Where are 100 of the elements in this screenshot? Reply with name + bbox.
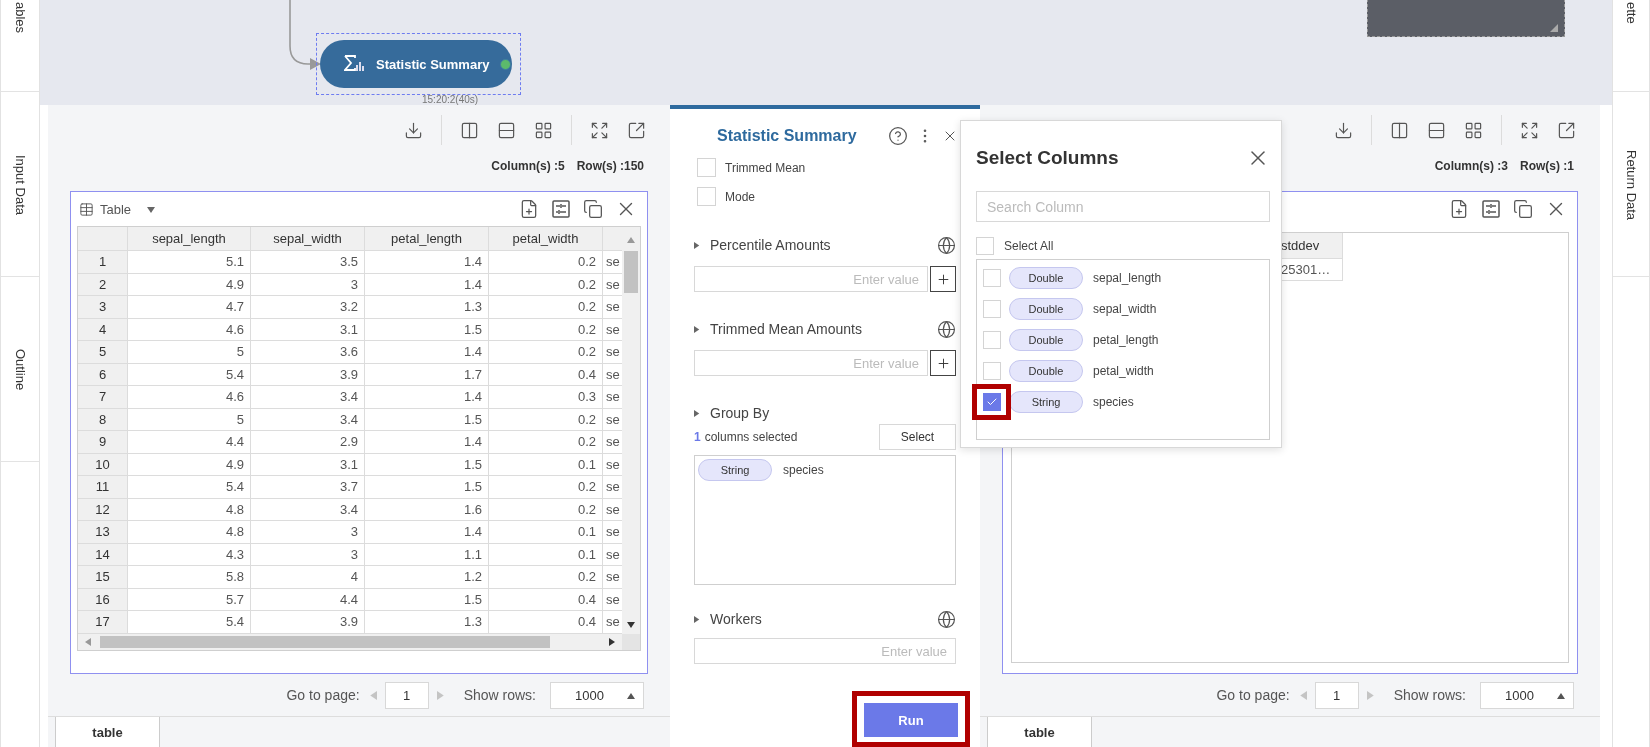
table-cell: 3.9	[251, 611, 365, 634]
column-name: petal_width	[1093, 363, 1154, 378]
node-label: Statistic Summary	[376, 56, 490, 72]
table-cell: 0.2	[489, 566, 603, 589]
row-number: 12	[78, 498, 128, 521]
row-number: 3	[78, 296, 128, 319]
table-cell: 5.4	[128, 611, 251, 634]
row-number: 7	[78, 386, 128, 409]
table-cell: 3.4	[251, 408, 365, 431]
section-title: Group By	[710, 405, 770, 421]
run-time: 15:20:2(40s)	[422, 94, 479, 105]
table-info: Row(s) :150	[576, 159, 644, 173]
table-cell: 1.4	[365, 251, 489, 274]
table-tab[interactable]: table	[55, 717, 160, 747]
table-cell: 1.3	[365, 296, 489, 319]
table-cell: 1.4	[365, 521, 489, 544]
panel-title: Statistic Summary	[717, 127, 857, 145]
dialog-title: Select Columns	[976, 147, 1119, 169]
select-button[interactable]: Select	[879, 424, 956, 450]
sidebar-tab[interactable]: ette	[1613, 0, 1649, 92]
selected-count-label: columns selected	[704, 430, 798, 444]
option-label: Trimmed Mean	[725, 160, 806, 175]
table-cell: 0.2	[489, 476, 603, 499]
rows-select[interactable]: 1000	[550, 681, 644, 709]
table-cell: 0.3	[489, 386, 603, 409]
table-title: Table	[100, 201, 132, 217]
column-name: species	[783, 463, 824, 477]
table-cell: 3.7	[251, 476, 365, 499]
row-number: 5	[78, 341, 128, 364]
table-cell: 4.3	[128, 543, 251, 566]
column-name: sepal_length	[1093, 270, 1162, 285]
table-cell: 5.4	[128, 363, 251, 386]
table-cell: 4.7	[128, 296, 251, 319]
amount-input[interactable]: Enter value	[694, 266, 928, 292]
table-cell: 2.9	[251, 431, 365, 454]
table-cell: 0.1	[489, 453, 603, 476]
table-cell: 4.4	[128, 431, 251, 454]
column-name: sepal_width	[1093, 301, 1157, 316]
table-cell: 0.2	[489, 431, 603, 454]
table-cell: 0.4	[489, 363, 603, 386]
table-cell: 4.9	[128, 273, 251, 296]
workflow-node[interactable]: Statistic Summary	[320, 40, 512, 88]
table-cell: 3	[251, 543, 365, 566]
table-cell: 1.4	[365, 431, 489, 454]
table-cell: 4.8	[128, 498, 251, 521]
table-cell: 1.4	[365, 341, 489, 364]
table-cell: 1.4	[365, 273, 489, 296]
table-cell: 0.2	[489, 273, 603, 296]
row-number: 16	[78, 588, 128, 611]
column-header[interactable]: petal_length	[365, 227, 489, 251]
row-number: 9	[78, 431, 128, 454]
page-input[interactable]: 1	[1314, 681, 1359, 709]
sidebar-tab[interactable]: ables	[1, 0, 39, 92]
table-cell: 5.1	[128, 251, 251, 274]
column-name: petal_length	[1093, 332, 1159, 347]
column-header[interactable]: sepal_length	[128, 227, 251, 251]
table-cell: 3.1	[251, 453, 365, 476]
table-cell: 0.2	[489, 341, 603, 364]
table-cell: 3.2	[251, 296, 365, 319]
table-cell: 3.4	[251, 386, 365, 409]
column-header[interactable]: petal_width	[489, 227, 603, 251]
table-cell: 0.2	[489, 318, 603, 341]
column-header[interactable]: sepal_width	[251, 227, 365, 251]
table-cell: 3.1	[251, 318, 365, 341]
table-cell: 1.4	[365, 386, 489, 409]
table-cell: 4.8	[128, 521, 251, 544]
table-cell: 1.6	[365, 498, 489, 521]
table-info: Column(s) :3	[1434, 159, 1508, 173]
table-cell: 0.2	[489, 296, 603, 319]
section-title: Percentile Amounts	[710, 237, 831, 253]
rows-label: Show rows:	[1393, 687, 1466, 703]
table-cell: 3.9	[251, 363, 365, 386]
table-cell: 1.3	[365, 611, 489, 634]
table-info: Column(s) :5	[491, 159, 565, 173]
selected-count: 1	[694, 430, 701, 444]
option-label: Mode	[725, 189, 756, 204]
table-cell: 5.4	[128, 476, 251, 499]
table-cell: 0.2	[489, 498, 603, 521]
type-tag: String	[1009, 390, 1083, 413]
run-button[interactable]: Run	[864, 703, 958, 737]
table-cell: 1.1	[365, 543, 489, 566]
page-input[interactable]: 1	[384, 681, 429, 709]
rows-select[interactable]: 1000	[1480, 681, 1574, 709]
table-tab[interactable]: table	[987, 717, 1092, 747]
workers-input[interactable]: Enter value	[694, 638, 956, 664]
page-label: Go to page:	[1216, 687, 1290, 703]
table-cell: 3.5	[251, 251, 365, 274]
row-number: 8	[78, 408, 128, 431]
table-cell: 5	[128, 341, 251, 364]
row-number: 6	[78, 363, 128, 386]
table-cell: 1.7	[365, 363, 489, 386]
table-cell: 3	[251, 273, 365, 296]
type-tag: String	[698, 459, 772, 481]
table-cell: 0.2	[489, 408, 603, 431]
table-cell: 4.6	[128, 318, 251, 341]
section-title: Trimmed Mean Amounts	[710, 321, 862, 337]
row-number: 4	[78, 318, 128, 341]
search-field[interactable]: Search Column	[976, 191, 1270, 222]
table-cell: 3.4	[251, 498, 365, 521]
amount-input[interactable]: Enter value	[694, 350, 928, 376]
